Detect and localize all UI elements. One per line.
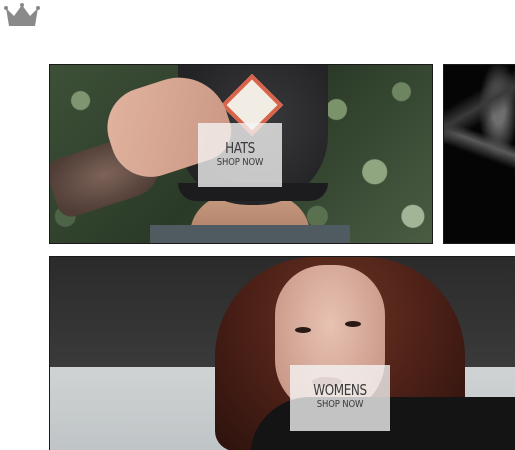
hats-title: HATS — [225, 139, 255, 157]
womens-category-tile[interactable]: WOMENS SHOP NOW — [49, 256, 515, 450]
hats-shop-now-link[interactable]: SHOP NOW — [204, 157, 275, 168]
womens-overlay-label[interactable]: WOMENS SHOP NOW — [290, 365, 390, 431]
dark-tile-image — [444, 65, 515, 243]
hats-category-tile[interactable]: HATS SHOP NOW — [49, 64, 433, 244]
shirt — [150, 225, 350, 243]
dark-category-tile[interactable] — [443, 64, 515, 244]
right-eye — [345, 321, 361, 327]
left-eye — [295, 327, 311, 333]
page: HATS SHOP NOW WOMENS SHOP NOW — [0, 0, 515, 450]
crown-logo[interactable] — [4, 2, 40, 30]
hats-overlay-label[interactable]: HATS SHOP NOW — [198, 123, 282, 187]
womens-shop-now-link[interactable]: SHOP NOW — [298, 399, 383, 410]
womens-title: WOMENS — [313, 381, 367, 399]
crown-icon — [4, 3, 40, 26]
